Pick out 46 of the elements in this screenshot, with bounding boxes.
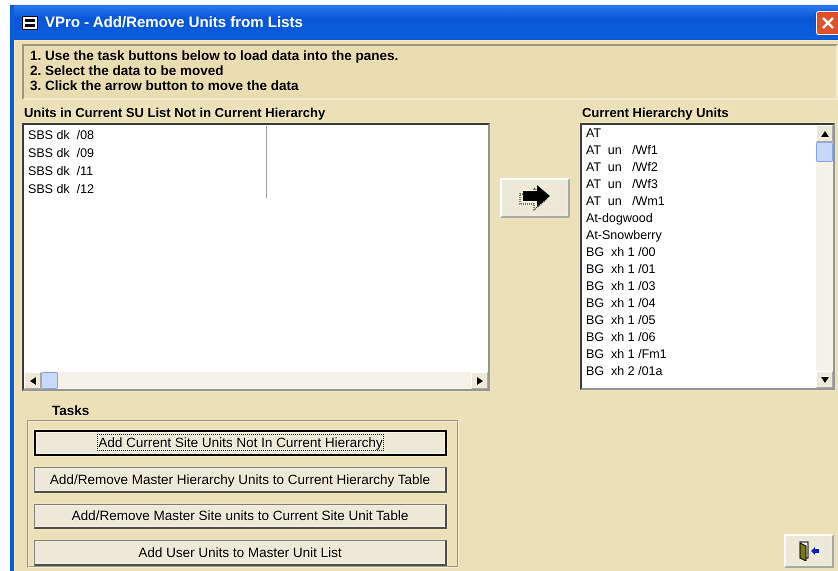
instruction-text: 2. Select the data to be moved: [30, 63, 225, 78]
units-list[interactable]: AT AT un /Wf1 AT un /Wf2 AT un /Wf3 AT un /Wm1 At-dogwood At-Snowberry BG xh 1 /00 BG xh 1 /01 BG xh 1 /03 BG xh 1 /04 BG xh 1 /05 BG xh 1 /06 BG xh 1 /Fm1 BG xh 2 /01a: [580, 123, 835, 390]
move-button[interactable]: [500, 178, 570, 218]
right-arrow-icon: [476, 376, 482, 384]
list-item[interactable]: SBS dk /12: [28, 180, 267, 198]
task-button[interactable]: Add/Remove Master Site units to Current Site Unit Table: [34, 504, 447, 530]
list-item[interactable]: BG xh 1 /04: [586, 295, 656, 312]
list-item[interactable]: AT un /Wf2: [586, 159, 658, 176]
down-arrow-icon: [820, 376, 828, 382]
list-label: Units in Current SU List Not in Current Hierarchy: [23, 105, 326, 121]
list-item[interactable]: BG xh 1 /00: [586, 244, 656, 261]
list-label: Current Hierarchy Units: [581, 105, 730, 121]
left-arrow-icon: [30, 376, 36, 384]
door-icon: [798, 541, 820, 561]
list-item[interactable]: At-Snowberry: [586, 227, 662, 244]
list-item[interactable]: BG xh 1 /05: [586, 312, 656, 329]
scrollbar-thumb[interactable]: [41, 372, 58, 389]
list-item[interactable]: SBS dk /11: [28, 162, 267, 180]
list-item[interactable]: BG xh 1 /Fm1: [586, 346, 667, 363]
close-icon: [820, 16, 834, 30]
units-list[interactable]: SBS dk /08 SBS dk /09 SBS dk /11 SBS dk /12: [22, 123, 490, 391]
form-icon: [22, 16, 38, 30]
list-item[interactable]: AT: [586, 125, 602, 142]
list-item[interactable]: BG xh 2 /01a: [586, 363, 662, 380]
list-item[interactable]: SBS dk /09: [28, 144, 267, 162]
list-item[interactable]: BG xh 1 /03: [586, 278, 656, 295]
exit-button[interactable]: [784, 534, 834, 568]
up-arrow-icon: [820, 130, 828, 136]
horizontal-scrollbar[interactable]: [24, 372, 488, 389]
list-item[interactable]: AT un /Wf1: [586, 142, 658, 159]
instruction-text: 3. Click the arrow button to move the data: [30, 78, 300, 93]
list-item[interactable]: AT un /Wf3: [586, 176, 658, 193]
close-button[interactable]: [816, 10, 838, 34]
vertical-scrollbar[interactable]: [816, 125, 833, 388]
scrollbar-thumb[interactable]: [816, 142, 833, 162]
list-item[interactable]: At-dogwood: [586, 210, 653, 227]
list-item[interactable]: AT un /Wm1: [586, 193, 665, 210]
section-label: Tasks: [52, 403, 90, 418]
task-button[interactable]: Add User Units to Master Unit List: [34, 540, 447, 566]
list-item[interactable]: BG xh 1 /06: [586, 329, 656, 346]
list-item[interactable]: SBS dk /08: [28, 126, 267, 144]
instruction-text: 1. Use the task buttons below to load data into the panes.: [30, 48, 400, 63]
window-title: VPro - Add/Remove Units from Lists: [45, 14, 303, 31]
list-item[interactable]: BG xh 1 /01: [586, 261, 656, 278]
task-button[interactable]: Add Current Site Units Not In Current Hierarchy: [34, 430, 447, 456]
task-button[interactable]: Add/Remove Master Hierarchy Units to Current Hierarchy Table: [34, 466, 447, 493]
